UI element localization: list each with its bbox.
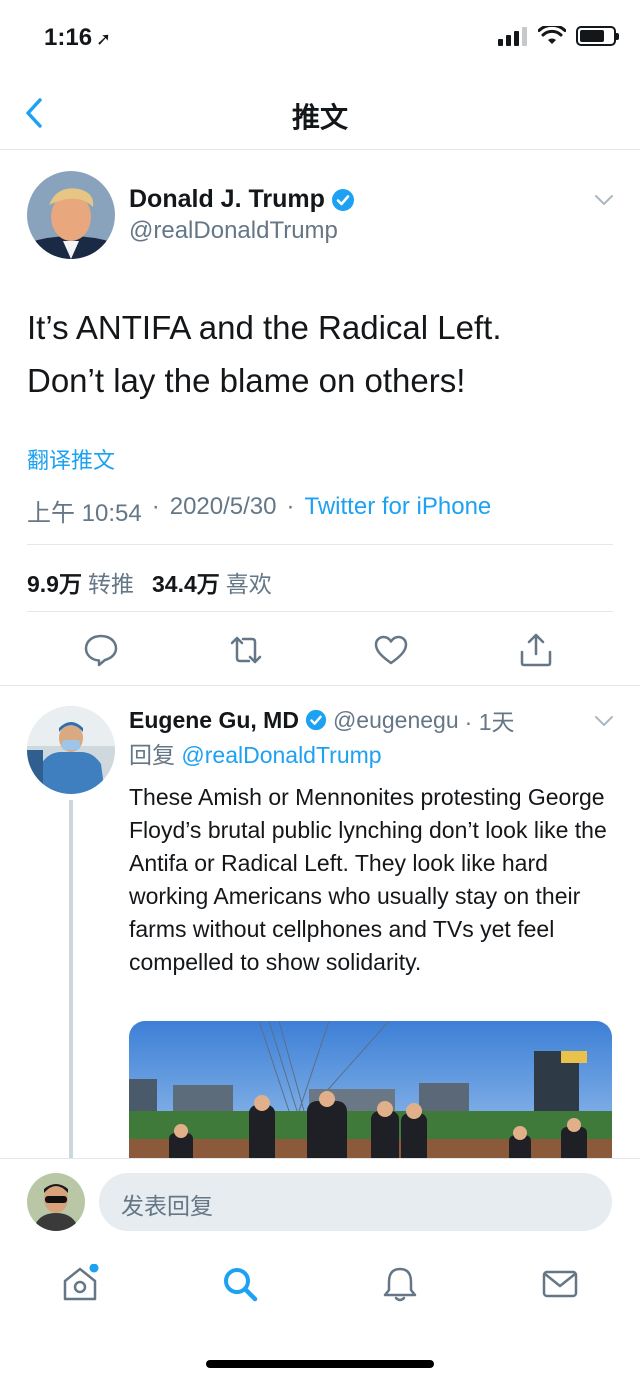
retweets-stat[interactable]: 9.9万 转推 (27, 565, 134, 599)
verified-badge-icon (305, 709, 327, 731)
notifications-icon[interactable] (380, 1264, 420, 1304)
status-time: 1:16 ➚ (44, 24, 112, 51)
divider (27, 544, 613, 545)
nav-bar: 推文 (0, 78, 640, 150)
share-icon[interactable] (518, 632, 554, 668)
reply-text: These Amish or Mennonites protesting Geo… (129, 784, 607, 975)
mention-link[interactable]: @realDonaldTrump (181, 742, 381, 768)
reply-input[interactable]: 发表回复 (99, 1173, 612, 1231)
reply-time: · 1天 (464, 709, 515, 735)
messages-icon[interactable] (540, 1264, 580, 1304)
reply-composer: 发表回复 (0, 1158, 640, 1246)
author-name[interactable]: Donald J. Trump (129, 185, 355, 214)
tweet-time: 上午 10:54 (27, 500, 142, 527)
reply-icon[interactable] (83, 632, 119, 668)
likes-stat[interactable]: 34.4万 喜欢 (152, 565, 272, 599)
tweet-stats: 9.9万 转推 34.4万 喜欢 (27, 565, 272, 599)
tweet-meta: 上午 10:54 · 2020/5/30 · Twitter for iPhon… (27, 493, 491, 528)
reply-header: Eugene Gu, MD @eugenegu · 1天 (129, 703, 514, 737)
chevron-down-icon[interactable] (594, 714, 614, 728)
tweet-date: 2020/5/30 (169, 493, 277, 520)
author-handle[interactable]: @realDonaldTrump (129, 217, 338, 245)
home-indicator (206, 1360, 434, 1368)
meta-separator: · (151, 493, 160, 520)
retweet-icon[interactable] (228, 632, 264, 668)
location-icon: ➚ (96, 29, 112, 49)
verified-badge-icon (331, 188, 354, 211)
thread-line (69, 800, 73, 1158)
tweet-text: It’s ANTIFA and the Radical Left. Don’t … (27, 309, 502, 399)
tweet-source-link[interactable]: Twitter for iPhone (305, 493, 492, 528)
tweet-actions (0, 626, 640, 676)
wifi-icon (538, 26, 566, 44)
signal-icon (498, 27, 527, 46)
reply-author-handle[interactable]: @eugenegu (333, 707, 459, 734)
battery-icon (576, 26, 619, 46)
home-icon[interactable] (60, 1264, 100, 1304)
meta-separator: · (286, 493, 295, 520)
avatar[interactable] (27, 706, 115, 794)
status-icons (498, 26, 619, 46)
tweet-media-image[interactable] (129, 1021, 612, 1158)
search-icon[interactable] (220, 1264, 260, 1304)
replying-to: 回复 @realDonaldTrump (129, 742, 382, 768)
reply-author-name[interactable]: Eugene Gu, MD (129, 707, 299, 734)
avatar[interactable] (27, 1173, 85, 1231)
divider (27, 611, 613, 612)
main-tweet: Donald J. Trump @realDonaldTrump It’s AN… (0, 151, 640, 686)
reply-tweet[interactable]: Eugene Gu, MD @eugenegu · 1天 回复 @realDon… (0, 686, 640, 1158)
translate-tweet-link[interactable]: 翻译推文 (27, 443, 115, 475)
page-title: 推文 (291, 102, 348, 133)
avatar[interactable] (27, 171, 115, 259)
chevron-down-icon[interactable] (594, 193, 614, 207)
status-bar: 1:16 ➚ (0, 0, 640, 78)
like-icon[interactable] (373, 632, 409, 668)
